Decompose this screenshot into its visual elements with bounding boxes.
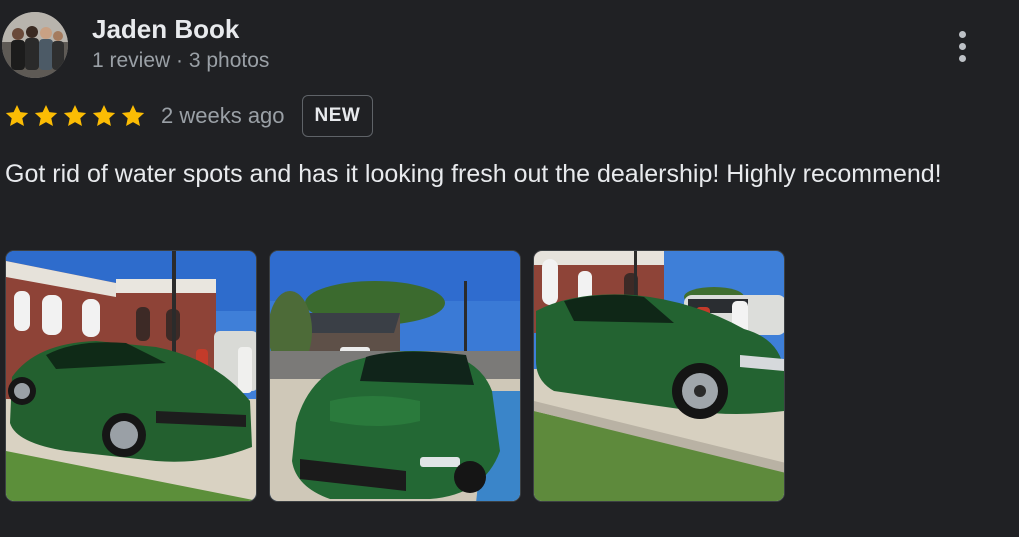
rating-row: 2 weeks ago NEW [4,94,374,138]
star-rating [4,103,146,129]
car-photo-icon [6,251,256,501]
more-vertical-icon [958,30,966,38]
star-icon [34,104,58,126]
reviewer-name[interactable]: Jaden Book [92,14,239,45]
avatar-photo-icon [2,12,68,78]
more-options-button[interactable] [944,24,980,68]
star-icon [63,104,87,126]
review-card: Jaden Book 1 review · 3 photos 2 weeks a… [0,0,1019,537]
reviewer-avatar[interactable] [2,12,68,78]
new-badge: NEW [301,95,374,137]
review-photos [5,250,785,502]
review-time: 2 weeks ago [161,103,285,128]
star-icon [5,104,29,126]
review-text: Got rid of water spots and has it lookin… [5,160,942,188]
star-icon [121,104,145,126]
car-photo-icon [270,251,520,501]
review-photo-2[interactable] [269,250,521,502]
review-photo-1[interactable] [5,250,257,502]
car-photo-icon [534,251,784,501]
review-photo-3[interactable] [533,250,785,502]
star-icon [92,104,116,126]
reviewer-meta: 1 review · 3 photos [92,49,270,72]
